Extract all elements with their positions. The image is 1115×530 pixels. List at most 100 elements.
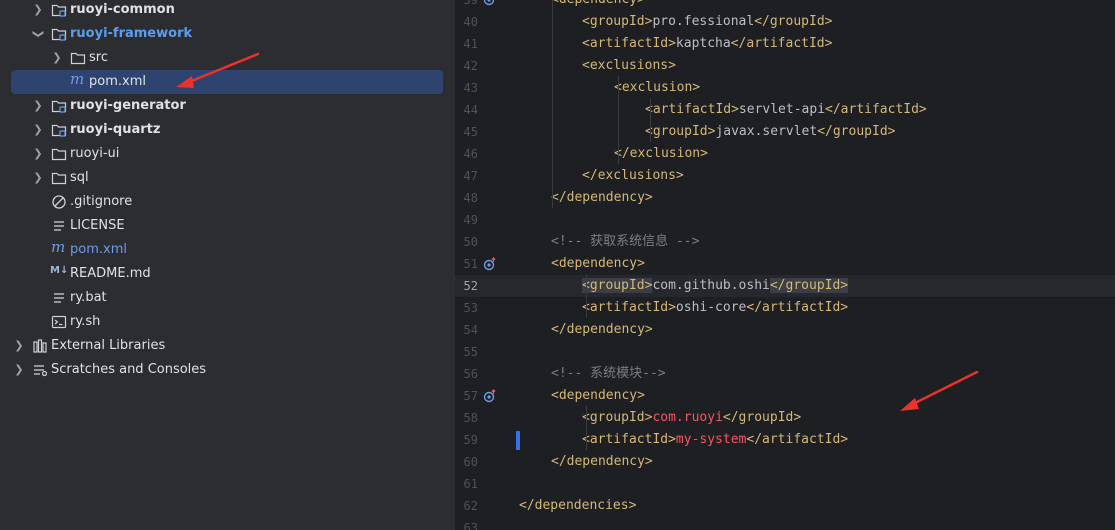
line-number: 62 xyxy=(463,499,478,513)
tree-item-label: README.md xyxy=(70,266,151,281)
code-line[interactable]: </dependencies> xyxy=(488,495,1115,517)
dependency-gutter-icon[interactable] xyxy=(483,0,497,6)
ignore-file-icon xyxy=(52,195,66,209)
code-line[interactable]: </exclusions> xyxy=(488,165,1115,187)
tree-item-ruoyi-quartz[interactable]: ❯ ruoyi-quartz xyxy=(0,118,455,142)
xml-tag: </exclusions> xyxy=(582,168,684,183)
chevron-right-icon[interactable]: ❯ xyxy=(32,123,44,137)
tree-item-label: ruoyi-ui xyxy=(70,146,120,161)
xml-comment: <!-- 系统模块--> xyxy=(551,366,666,381)
code-line[interactable]: </dependency> xyxy=(488,451,1115,473)
tree-item-label: src xyxy=(89,50,108,65)
tree-item-readme[interactable]: M↓ README.md xyxy=(0,262,455,286)
chevron-right-icon[interactable]: ❯ xyxy=(32,147,44,161)
xml-tag: <dependency> xyxy=(551,256,645,271)
line-number: 59 xyxy=(463,433,478,447)
tree-item-ry-bat[interactable]: ry.bat xyxy=(0,286,455,310)
xml-tag: </exclusion> xyxy=(614,146,708,161)
code-line[interactable]: <groupId>com.github.oshi</groupId> xyxy=(488,275,1115,297)
code-line[interactable]: <exclusions> xyxy=(488,55,1115,77)
code-line[interactable]: </dependency> xyxy=(488,319,1115,341)
shell-script-icon xyxy=(51,315,67,329)
code-line[interactable] xyxy=(488,341,1115,363)
tree-item-scratches[interactable]: ❯ Scratches and Consoles xyxy=(0,358,455,382)
chevron-right-icon[interactable]: ❯ xyxy=(32,3,44,17)
line-number: 63 xyxy=(463,521,478,530)
maven-pom-icon: m xyxy=(70,70,85,88)
tree-item-label: ruoyi-framework xyxy=(70,26,193,41)
tree-item-src[interactable]: ❯ src xyxy=(0,46,455,70)
xml-close-tag: </artifactId> xyxy=(746,300,849,315)
code-line[interactable] xyxy=(488,517,1115,530)
dependency-gutter-icon[interactable] xyxy=(483,389,497,403)
tree-item-license[interactable]: LICENSE xyxy=(0,214,455,238)
code-line[interactable] xyxy=(488,473,1115,495)
xml-tag: <exclusions> xyxy=(582,58,676,73)
chevron-right-icon[interactable]: ❯ xyxy=(32,171,44,185)
tree-item-ruoyi-common[interactable]: ❯ ruoyi-common xyxy=(0,0,455,22)
code-line[interactable]: <artifactId>kaptcha</artifactId> xyxy=(488,33,1115,55)
chevron-right-icon[interactable]: ❯ xyxy=(32,99,44,113)
xml-tag: </dependency> xyxy=(551,190,653,205)
code-line[interactable]: <groupId>javax.servlet</groupId> xyxy=(488,121,1115,143)
indent-guide xyxy=(618,76,619,164)
xml-open-tag: <artifactId> xyxy=(582,36,676,51)
tree-item-ruoyi-generator[interactable]: ❯ ruoyi-generator xyxy=(0,94,455,118)
code-line[interactable] xyxy=(488,209,1115,231)
code-line[interactable]: <artifactId>my-system</artifactId> xyxy=(488,429,1115,451)
xml-open-tag: <artifactId> xyxy=(582,432,676,447)
line-number: 40 xyxy=(463,15,478,29)
line-number: 41 xyxy=(463,37,478,51)
code-line[interactable]: </exclusion> xyxy=(488,143,1115,165)
tree-item-gitignore[interactable]: .gitignore xyxy=(0,190,455,214)
code-line[interactable]: <dependency> xyxy=(488,385,1115,407)
xml-value: com.github.oshi xyxy=(652,278,770,293)
code-line[interactable]: <artifactId>servlet-api</artifactId> xyxy=(488,99,1115,121)
tree-item-ry-sh[interactable]: ry.sh xyxy=(0,310,455,334)
xml-comment: <!-- 获取系统信息 --> xyxy=(551,234,700,249)
project-tree-panel: ❯ ruoyi-common ❯ ruoyi-framework ❯ src m… xyxy=(0,0,455,530)
code-line[interactable]: <!-- 获取系统信息 --> xyxy=(488,231,1115,253)
chevron-right-icon[interactable]: ❯ xyxy=(13,363,25,377)
tree-item-root-pom[interactable]: m pom.xml xyxy=(0,238,455,262)
code-line[interactable]: <groupId>com.ruoyi</groupId> xyxy=(488,407,1115,429)
module-folder-icon xyxy=(51,28,67,41)
code-line[interactable]: <groupId>pro.fessional</groupId> xyxy=(488,11,1115,33)
tree-item-framework-pom[interactable]: m pom.xml xyxy=(0,70,455,94)
xml-close-tag: </groupId> xyxy=(722,410,802,425)
line-number: 57 xyxy=(463,389,478,403)
line-number: 46 xyxy=(463,147,478,161)
tree-item-ruoyi-framework[interactable]: ❯ ruoyi-framework xyxy=(0,22,455,46)
line-number: 50 xyxy=(463,235,478,249)
code-line[interactable]: <dependency> xyxy=(488,0,1115,11)
line-number: 54 xyxy=(463,323,478,337)
code-line[interactable]: <artifactId>oshi-core</artifactId> xyxy=(488,297,1115,319)
tree-item-external-libraries[interactable]: ❯ External Libraries xyxy=(0,334,455,358)
tree-item-label: ry.bat xyxy=(70,290,107,305)
xml-tag: <dependency> xyxy=(551,388,645,403)
xml-tag: </dependencies> xyxy=(519,498,637,513)
code-line[interactable]: <dependency> xyxy=(488,253,1115,275)
xml-close-tag: </artifactId> xyxy=(825,102,927,117)
xml-close-tag: </groupId> xyxy=(754,14,833,29)
xml-value: my-system xyxy=(675,432,747,447)
tree-item-label: Scratches and Consoles xyxy=(51,362,207,377)
code-line[interactable]: <exclusion> xyxy=(488,77,1115,99)
chevron-right-icon[interactable]: ❯ xyxy=(13,339,25,353)
xml-value: javax.servlet xyxy=(715,124,818,139)
dependency-gutter-icon[interactable] xyxy=(483,257,497,271)
line-number: 44 xyxy=(463,103,478,117)
chevron-right-icon[interactable]: ❯ xyxy=(51,51,63,65)
line-number: 58 xyxy=(463,411,478,425)
code-line[interactable]: <!-- 系统模块--> xyxy=(488,363,1115,385)
tree-item-sql[interactable]: ❯ sql xyxy=(0,166,455,190)
chevron-down-icon[interactable]: ❯ xyxy=(31,28,45,40)
tree-item-ruoyi-ui[interactable]: ❯ ruoyi-ui xyxy=(0,142,455,166)
xml-value: servlet-api xyxy=(738,102,826,117)
tree-item-label: pom.xml xyxy=(89,74,146,89)
vcs-change-marker[interactable] xyxy=(516,431,520,450)
xml-tag: <dependency> xyxy=(551,0,645,7)
code-editor[interactable]: 39<dependency>40<groupId>pro.fessional</… xyxy=(455,0,1115,530)
indent-guide xyxy=(586,406,587,450)
code-line[interactable]: </dependency> xyxy=(488,187,1115,209)
